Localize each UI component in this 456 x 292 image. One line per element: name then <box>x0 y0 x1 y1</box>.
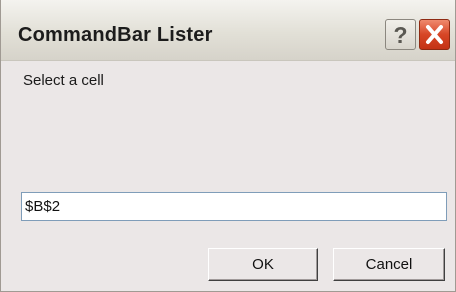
cell-reference-input[interactable] <box>21 192 447 221</box>
window-title: CommandBar Lister <box>18 24 213 46</box>
prompt-label: Select a cell <box>23 72 104 89</box>
help-icon: ? <box>393 22 408 48</box>
cancel-button[interactable]: Cancel <box>333 248 445 281</box>
dialog-body: Select a cell OK Cancel <box>1 61 455 291</box>
help-button[interactable]: ? <box>385 19 416 50</box>
title-bar[interactable]: CommandBar Lister ? <box>1 0 455 61</box>
ok-button[interactable]: OK <box>208 248 318 281</box>
close-icon <box>426 25 443 44</box>
close-button[interactable] <box>419 19 450 50</box>
dialog-window: CommandBar Lister ? Select a cell OK Can… <box>0 0 456 292</box>
